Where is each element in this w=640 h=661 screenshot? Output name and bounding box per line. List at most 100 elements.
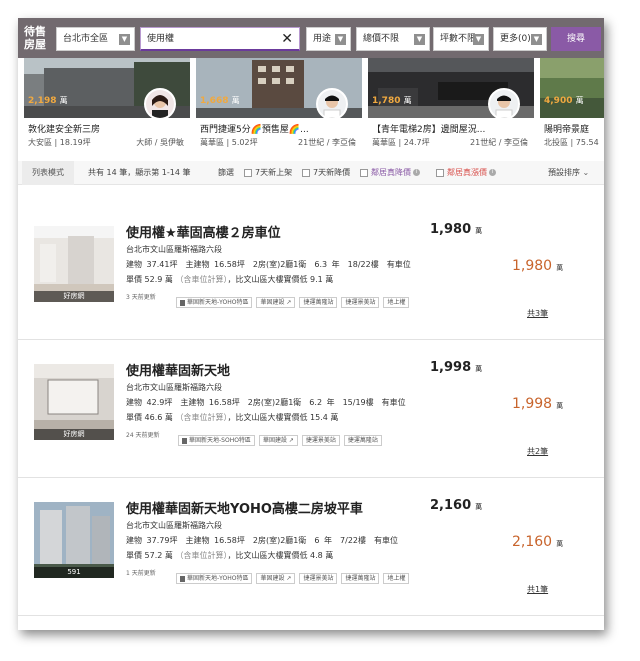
search-input-value: 使用權 xyxy=(147,34,175,44)
carousel-card[interactable]: 2,198 萬 敦化建安全新三房 大安區 | 18.19坪 大師 / 吳伊敏 xyxy=(24,58,190,154)
tag-list: 華固新天地-YOHO特區 華固建設 ↗ 捷運萬隆站 捷運景美站 地上權 xyxy=(176,289,413,308)
close-icon[interactable]: ✕ xyxy=(281,28,293,50)
tag-builder[interactable]: 華固建設 ↗ xyxy=(256,297,296,308)
price-compare: ，比文山區大樓實價低 9.1 萬 xyxy=(227,275,334,284)
listing-photo[interactable]: 好房網 xyxy=(34,226,114,302)
more-select[interactable]: 更多(0) ▼ xyxy=(493,27,547,51)
total-price-select-value: 總價不限 xyxy=(363,34,400,44)
card-subtitle: 北投區 | 75.54 xyxy=(544,138,599,147)
tab-list-mode[interactable]: 列表模式 xyxy=(22,161,74,185)
checkbox-icon[interactable] xyxy=(436,168,444,177)
sort-select-value: 預設排序 xyxy=(548,168,580,177)
tag-builder[interactable]: 華固建設 ↗ xyxy=(258,435,298,446)
more-listings-link[interactable]: 共1筆 xyxy=(527,584,548,595)
tag-community[interactable]: 華固新天地-YOHO特區 xyxy=(176,573,253,584)
photo-source-caption: 好房網 xyxy=(34,429,114,440)
external-link-icon: ↗ xyxy=(286,299,292,306)
tag-station[interactable]: 捷運萬隆站 xyxy=(341,573,380,584)
filter-new-listing[interactable]: 7天新上架 xyxy=(244,161,292,185)
listing-item[interactable]: 好房網 使用權華固新天地 1,998 萬 台北市文山區羅斯福路六段 建物 42.9… xyxy=(18,340,604,478)
chevron-down-icon: ▼ xyxy=(414,34,425,45)
updated-time: 24 天前更新 xyxy=(126,432,160,439)
building-icon xyxy=(182,437,187,444)
listing-title[interactable]: 使用權華固新天地YOHO高樓二房坡平車 xyxy=(126,498,363,517)
filter-new-listing-label: 7天新上架 xyxy=(255,168,293,177)
tag-station[interactable]: 捷運景美站 xyxy=(341,297,380,308)
filter-price-drop-label: 7天新降價 xyxy=(313,168,351,177)
chevron-down-icon: ▼ xyxy=(473,34,484,45)
listing-page: 待售 房屋 台北市全區 ▼ 使用權 ✕ 用途 ▼ 總價不限 ▼ 坪數不限 ▼ 更… xyxy=(18,18,604,630)
checkbox-icon[interactable] xyxy=(360,168,368,177)
more-listings-link[interactable]: 共2筆 xyxy=(527,446,548,457)
tag-label: 華固新天地-YOHO特區 xyxy=(187,575,249,582)
card-title: 西門捷運5分🌈預售屋🌈... xyxy=(200,125,309,135)
listing-unit-price: 單價 52.9 萬 （含車位計算），比文山區大樓實價低 9.1 萬 xyxy=(126,274,333,285)
listing-photo[interactable]: 591 xyxy=(34,502,114,578)
listing-title[interactable]: 使用權華固新天地 xyxy=(126,360,230,379)
photo-source-caption: 好房網 xyxy=(34,291,114,302)
region-select[interactable]: 台北市全區 ▼ xyxy=(56,27,135,51)
filter-neighbor-drop[interactable]: 鄰居真降價 i xyxy=(360,161,420,185)
avatar-icon xyxy=(490,90,518,118)
listing-item[interactable]: 好房網 使用權★華固高樓２房車位 1,980 萬 台北市文山區羅斯福路六段 建物 … xyxy=(18,202,604,340)
card-subtitle: 萬華區 | 24.7坪 xyxy=(372,138,430,147)
filter-neighbor-rise[interactable]: 鄰居真漲價 i xyxy=(436,161,496,185)
listing-title[interactable]: 使用權★華固高樓２房車位 xyxy=(126,222,281,241)
unit-price-note: （含車位計算） xyxy=(175,551,228,560)
tag-label: 華固建設 xyxy=(262,437,287,444)
garden-photo xyxy=(540,58,604,118)
agent-avatar xyxy=(144,88,176,120)
ping-select[interactable]: 坪數不限 ▼ xyxy=(433,27,489,51)
tag-land[interactable]: 地上權 xyxy=(383,573,410,584)
search-bar: 待售 房屋 台北市全區 ▼ 使用權 ✕ 用途 ▼ 總價不限 ▼ 坪數不限 ▼ 更… xyxy=(18,18,604,58)
listing-unit-price: 單價 46.6 萬 （含車位計算），比文山區大樓實價低 15.4 萬 xyxy=(126,412,338,423)
more-listings-link[interactable]: 共3筆 xyxy=(527,308,548,319)
usage-select[interactable]: 用途 ▼ xyxy=(306,27,351,51)
tag-station[interactable]: 捷運景美站 xyxy=(299,573,338,584)
checkbox-icon[interactable] xyxy=(244,168,252,177)
listing-address: 台北市文山區羅斯福路六段 xyxy=(126,245,222,254)
filter-price-drop[interactable]: 7天新降價 xyxy=(302,161,350,185)
total-price-select[interactable]: 總價不限 ▼ xyxy=(356,27,430,51)
tag-label: 華固建設 xyxy=(260,575,285,582)
price-compare: ，比文山區大樓實價低 15.4 萬 xyxy=(227,413,339,422)
tag-builder[interactable]: 華固建設 ↗ xyxy=(256,573,296,584)
tag-community[interactable]: 華固新天地-YOHO特區 xyxy=(176,297,253,308)
carousel-card[interactable]: 1,780 萬 【青年電梯2房】邊間屋況... 萬華區 | 24.7坪 21世紀… xyxy=(368,58,534,154)
building-icon xyxy=(180,299,185,306)
carousel-card[interactable]: 4,900 萬 陽明帝景庭 北投區 | 75.54 xyxy=(540,58,604,154)
external-link-icon: ↗ xyxy=(288,437,294,444)
card-price-unit: 萬 xyxy=(403,96,412,105)
price-compare: ，比文山區大樓實價低 4.8 萬 xyxy=(227,551,334,560)
tag-station[interactable]: 捷運景美站 xyxy=(301,435,340,446)
tag-station[interactable]: 捷運萬隆站 xyxy=(343,435,382,446)
chevron-down-icon: ▼ xyxy=(335,34,346,45)
unit-price-value: 單價 52.9 萬 xyxy=(126,275,173,284)
result-count: 共有 14 筆，顯示第 1-14 筆 xyxy=(88,168,191,177)
search-button[interactable]: 搜尋 xyxy=(551,27,601,51)
card-agent: 大師 / 吳伊敏 xyxy=(136,138,184,147)
summary-price-unit: 萬 xyxy=(556,264,564,272)
filter-neighbor-drop-label: 鄰居真降價 xyxy=(371,168,411,177)
tag-station[interactable]: 捷運萬隆站 xyxy=(299,297,338,308)
sort-select[interactable]: 預設排序 ⌄ xyxy=(548,161,589,185)
agent-avatar xyxy=(316,88,348,120)
listing-price-summary: 1,998 萬 xyxy=(512,396,563,412)
listing-spec: 建物 37.41坪 主建物 16.58坪 2房(室)2廳1衛 6.3 年 18/… xyxy=(126,260,411,269)
card-agent: 21世紀 / 李亞倫 xyxy=(470,138,528,147)
summary-price-value: 2,160 xyxy=(512,534,553,550)
listing-price: 2,160 萬 xyxy=(430,498,482,513)
search-input[interactable]: 使用權 ✕ xyxy=(140,27,300,51)
checkbox-icon[interactable] xyxy=(302,168,310,177)
tag-community[interactable]: 華固新天地-SOHO特區 xyxy=(178,435,255,446)
usage-select-value: 用途 xyxy=(313,34,332,44)
info-icon[interactable]: i xyxy=(489,169,496,176)
summary-price-value: 1,998 xyxy=(512,396,553,412)
listing-price-summary: 2,160 萬 xyxy=(512,534,563,550)
listing-item[interactable]: 591 使用權華固新天地YOHO高樓二房坡平車 2,160 萬 台北市文山區羅斯福… xyxy=(18,478,604,616)
carousel-card[interactable]: 1,668 萬 西門捷運5分🌈預售屋🌈... 萬華區 | 5.02坪 21世紀 … xyxy=(196,58,362,154)
info-icon[interactable]: i xyxy=(413,169,420,176)
card-price: 1,780 萬 xyxy=(372,95,412,106)
tag-land[interactable]: 地上權 xyxy=(383,297,410,308)
listing-photo[interactable]: 好房網 xyxy=(34,364,114,440)
